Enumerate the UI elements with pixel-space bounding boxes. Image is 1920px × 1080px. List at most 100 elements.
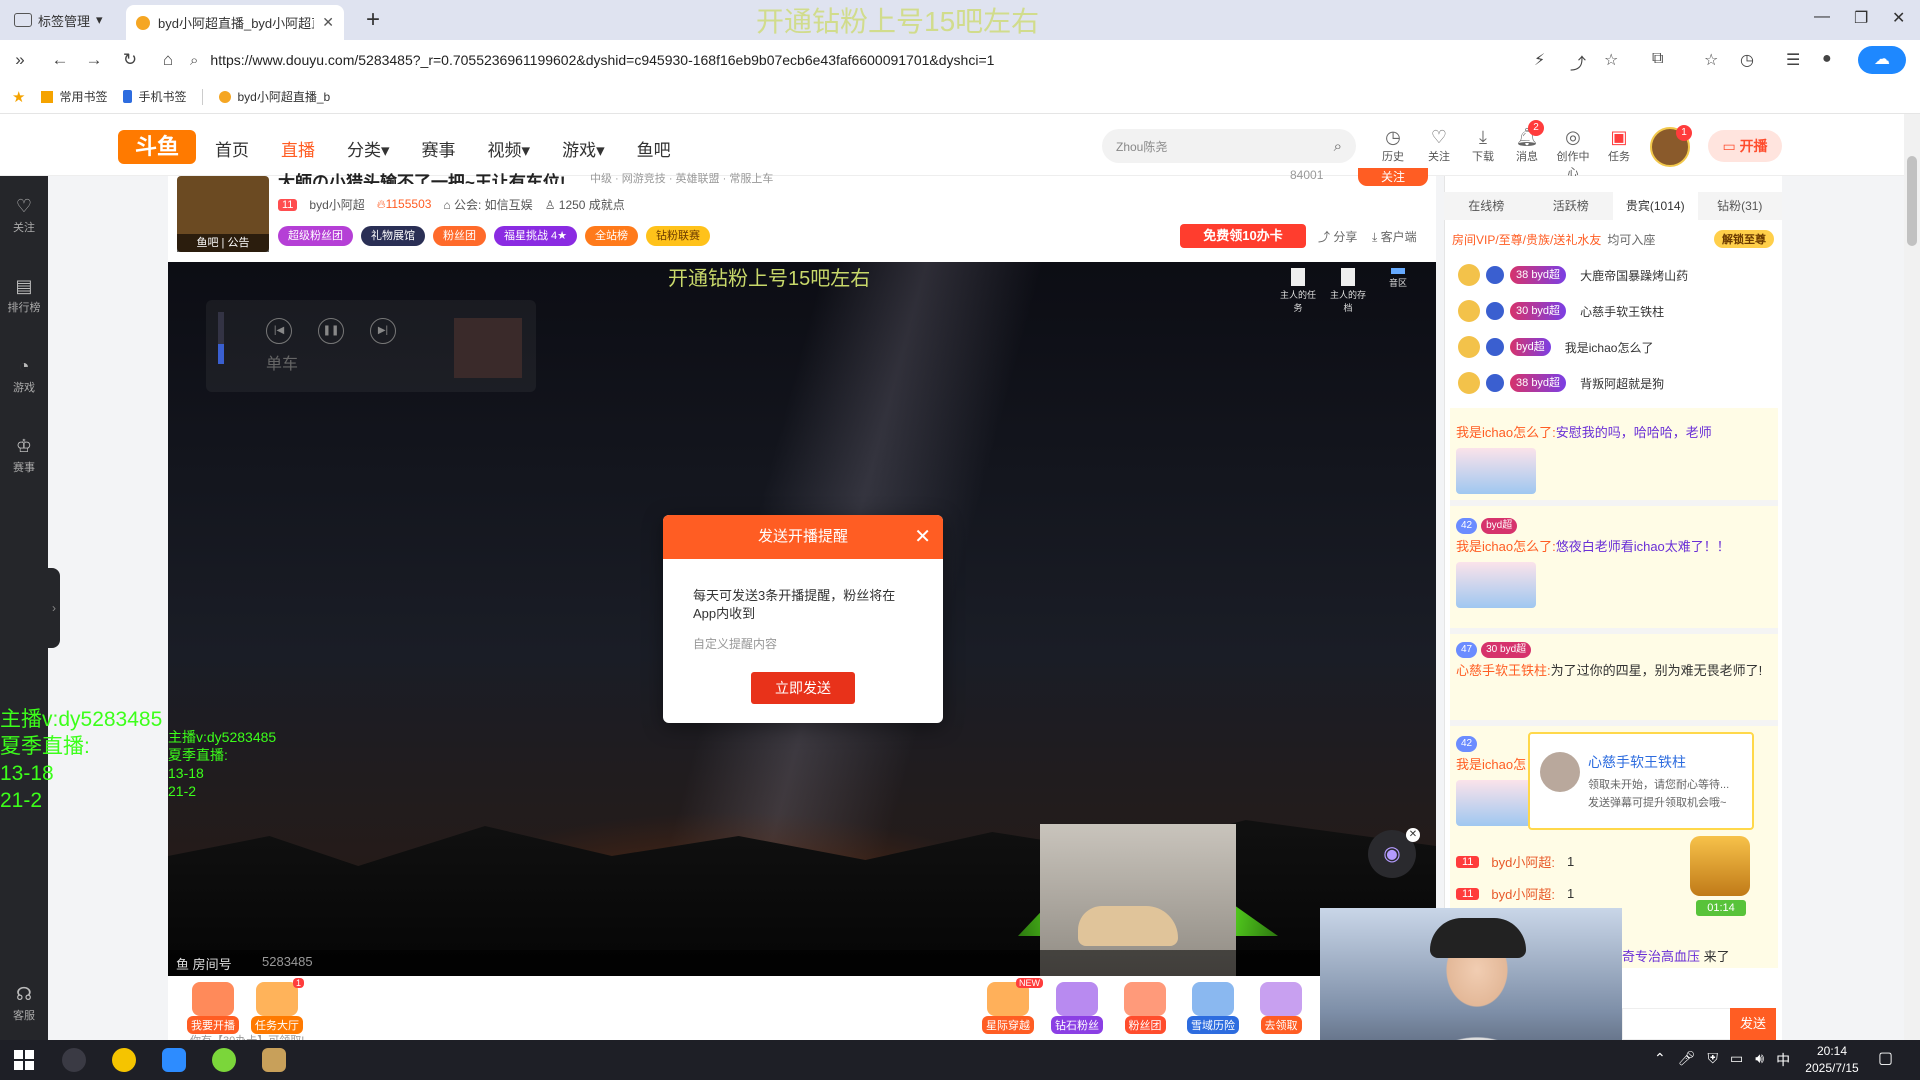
chat-nick[interactable]: 我是ichao怎 bbox=[1456, 757, 1526, 772]
client-button[interactable]: ⤓ 客户端 bbox=[1372, 228, 1417, 245]
noble-row[interactable]: 38 byd超 背叛阿超就是狗 bbox=[1458, 368, 1774, 398]
reminder-content-input[interactable]: 自定义提醒内容 bbox=[693, 635, 913, 653]
ime-indicator[interactable]: 中 bbox=[1776, 1050, 1790, 1070]
minimize-icon[interactable]: — bbox=[1814, 8, 1830, 26]
close-window-icon[interactable]: ✕ bbox=[1892, 8, 1905, 28]
league-icon[interactable] bbox=[262, 1048, 286, 1072]
bookmark-star-icon[interactable]: ★ bbox=[12, 88, 25, 106]
chat-nick[interactable]: 我是ichao怎么了: bbox=[1456, 425, 1556, 440]
chat-message[interactable]: 我是ichao怎么了:安慰我的吗，哈哈哈，老师 bbox=[1456, 422, 1772, 494]
owner-task-button[interactable]: 主人的任务 bbox=[1276, 268, 1320, 314]
extensions-icon[interactable]: ⧉ bbox=[1652, 50, 1663, 68]
nav-events[interactable]: 赛事 bbox=[422, 136, 456, 161]
next-track-icon[interactable]: ▶| bbox=[370, 318, 396, 344]
page-scrollbar[interactable] bbox=[1904, 114, 1920, 1040]
bookmark-douyu[interactable]: byd小阿超直播_b bbox=[219, 88, 330, 105]
nav-video[interactable]: 视频▾ bbox=[488, 136, 531, 161]
lightning-icon[interactable]: ⚡ bbox=[1534, 50, 1545, 70]
tab-active[interactable]: 活跃榜 bbox=[1529, 192, 1614, 220]
back-icon[interactable]: ← bbox=[48, 48, 72, 72]
menu-icon[interactable]: ☰ bbox=[1786, 50, 1800, 70]
nav-live[interactable]: 直播 bbox=[281, 136, 315, 161]
owner-save-button[interactable]: 主人的存档 bbox=[1326, 268, 1370, 314]
header-history[interactable]: ◷ 历史 bbox=[1374, 126, 1412, 164]
tab-diamond[interactable]: 钻粉(31) bbox=[1698, 192, 1783, 220]
game-app-icon[interactable] bbox=[212, 1048, 236, 1072]
yuba-notice-bar[interactable]: 鱼吧 | 公告 bbox=[177, 234, 269, 252]
chat-nick[interactable]: 心慈手软王铁柱: bbox=[1456, 663, 1551, 678]
send-now-button[interactable]: 立即发送 bbox=[751, 672, 855, 704]
restore-icon[interactable]: ❐ bbox=[1854, 8, 1868, 28]
sidebar-item-rank[interactable]: ▤ 排行榜 bbox=[0, 276, 48, 315]
bookmark-common[interactable]: 常用书签 bbox=[41, 88, 107, 105]
anchor-name[interactable]: byd小阿超 bbox=[309, 196, 364, 213]
tab-online[interactable]: 在线榜 bbox=[1444, 192, 1529, 220]
interstellar-entry[interactable]: 星际穿越 NEW bbox=[977, 978, 1043, 1034]
chip-diamond-league[interactable]: 钻粉联赛 bbox=[646, 226, 711, 246]
header-follow[interactable]: ♡ 关注 bbox=[1420, 126, 1458, 164]
sound-zone-button[interactable]: 音区 bbox=[1376, 268, 1420, 289]
bookmark-mobile[interactable]: 手机书签 bbox=[123, 88, 186, 105]
follow-button[interactable]: 关注 bbox=[1358, 168, 1428, 186]
chat-nick[interactable]: 我是ichao怎么了: bbox=[1456, 539, 1556, 554]
chip-gift-hall[interactable]: 礼物展馆 bbox=[361, 226, 425, 246]
noble-row[interactable]: byd超 我是ichao怎么了 bbox=[1458, 332, 1774, 362]
user-avatar[interactable]: 1 bbox=[1650, 125, 1692, 167]
search-icon[interactable]: ⌕ bbox=[1334, 138, 1342, 155]
share-icon[interactable]: ⤴ bbox=[1570, 50, 1586, 74]
cloud-icon[interactable]: ☁ bbox=[1858, 46, 1906, 74]
history-icon[interactable]: ◷ bbox=[1740, 50, 1754, 70]
star-icon[interactable]: ☆ bbox=[1604, 50, 1618, 70]
sidebar-item-games[interactable]: ◔ 游戏 bbox=[0, 356, 48, 395]
chip-lucky-challenge[interactable]: 福星挑战 4★ bbox=[494, 226, 578, 246]
sidebar-item-follow[interactable]: ♡ 关注 bbox=[0, 196, 48, 235]
chip-super-fan[interactable]: 超级粉丝团 bbox=[278, 226, 353, 246]
reload-icon[interactable]: ↻ bbox=[118, 48, 142, 72]
chip-site-rank[interactable]: 全站榜 bbox=[585, 226, 639, 246]
taskbar-clock[interactable]: 20:14 2025/7/15 bbox=[1800, 1043, 1864, 1077]
profile-icon[interactable]: ● bbox=[1822, 50, 1832, 68]
yuba-link[interactable]: 鱼吧 bbox=[197, 237, 219, 249]
close-game-icon[interactable]: ✕ bbox=[1406, 828, 1420, 842]
favorites-icon[interactable]: ☆ bbox=[1704, 50, 1718, 70]
send-button[interactable]: 发送 bbox=[1730, 1008, 1776, 1040]
treasure-chest-icon[interactable] bbox=[1690, 836, 1750, 896]
noble-row[interactable]: 30 byd超 心慈手软王铁柱 bbox=[1458, 296, 1774, 326]
nav-games[interactable]: 游戏▾ bbox=[562, 136, 605, 161]
new-tab-button[interactable]: + bbox=[366, 6, 380, 34]
chip-fan-club[interactable]: 粉丝团 bbox=[433, 226, 486, 246]
header-messages[interactable]: 🔔︎ 2 消息 bbox=[1508, 120, 1546, 164]
sys-name[interactable]: byd小阿超: bbox=[1491, 852, 1555, 871]
chevron-up-icon[interactable]: ⌃ bbox=[1654, 1050, 1666, 1070]
nav-yuba[interactable]: 鱼吧 bbox=[637, 136, 671, 161]
search-input[interactable]: Zhou陈尧 ⌕ bbox=[1102, 129, 1356, 163]
notification-icon[interactable]: ▢ bbox=[1878, 1048, 1893, 1068]
header-creator[interactable]: ◎ 创作中心 bbox=[1554, 126, 1592, 180]
header-tasks[interactable]: ▣ 任务 bbox=[1600, 126, 1638, 164]
app-icon[interactable] bbox=[112, 1048, 136, 1072]
chat-message[interactable]: 42 byd超 我是ichao怎么了:悠夜白老师看ichao太难了！！ bbox=[1456, 518, 1772, 608]
noble-row[interactable]: 38 byd超 大鹿帝国暴躁烤山药 bbox=[1458, 260, 1774, 290]
sidebar-item-events[interactable]: ♔ 赛事 bbox=[0, 436, 48, 475]
popup-name[interactable]: 心慈手软王铁柱 bbox=[1588, 752, 1686, 772]
close-icon[interactable]: ✕ bbox=[914, 515, 931, 559]
page-scrollbar-thumb[interactable] bbox=[1907, 156, 1917, 246]
url-field[interactable]: ⌕ https://www.douyu.com/5283485?_r=0.7055… bbox=[190, 45, 1490, 75]
network-icon[interactable]: ▭ bbox=[1730, 1050, 1743, 1070]
volume-icon[interactable]: 🔊︎ bbox=[1755, 1050, 1764, 1070]
start-stream-entry[interactable]: 我要开播 bbox=[182, 982, 244, 1034]
notice-link[interactable]: 公告 bbox=[227, 237, 249, 249]
home-icon[interactable]: ⌂ bbox=[156, 48, 180, 72]
nav-home[interactable]: 首页 bbox=[215, 136, 249, 161]
achievement-label[interactable]: ♙ 1250 成就点 bbox=[545, 196, 625, 213]
diamond-fan-entry[interactable]: 钻石粉丝 bbox=[1046, 982, 1108, 1034]
enter-name[interactable]: 奇专治高血压 bbox=[1622, 949, 1700, 964]
shield-icon[interactable]: ⛨ bbox=[1708, 1050, 1719, 1070]
sys-name[interactable]: byd小阿超: bbox=[1491, 884, 1555, 903]
share-button[interactable]: ⤴ 分享 bbox=[1318, 228, 1357, 245]
unlock-supreme-button[interactable]: 解锁至尊 bbox=[1714, 230, 1774, 248]
tab-group-button[interactable]: 标签管理 ▾ bbox=[6, 8, 111, 32]
obs-icon[interactable] bbox=[62, 1048, 86, 1072]
sidebar-item-service[interactable]: ☊ 客服 bbox=[0, 984, 48, 1023]
forward-icon[interactable]: → bbox=[82, 48, 106, 72]
